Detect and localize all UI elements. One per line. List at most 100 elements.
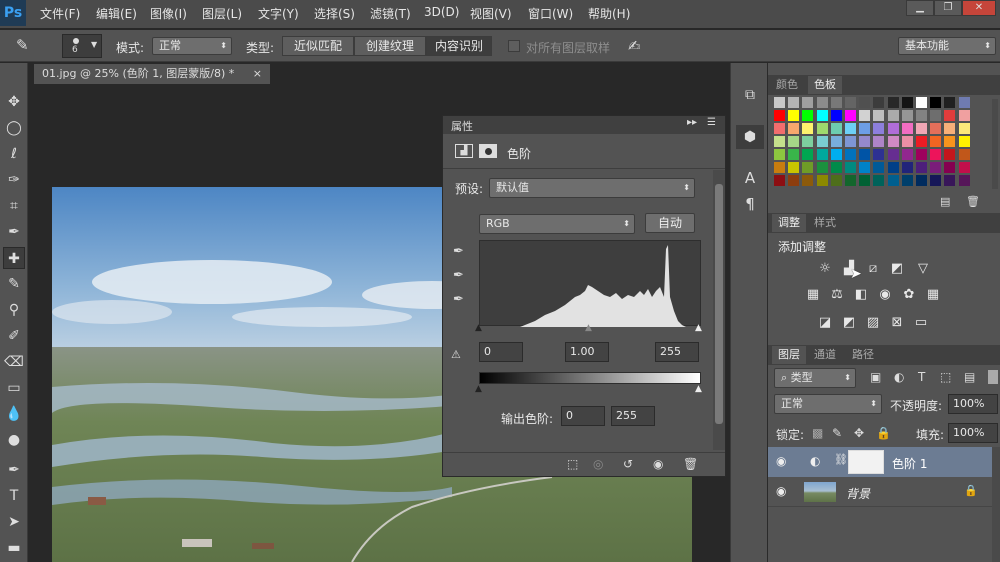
swatch[interactable]	[887, 97, 899, 108]
menu-type[interactable]: 文字(Y)	[258, 5, 299, 22]
swatch[interactable]	[887, 136, 899, 147]
eraser-tool-icon[interactable]: ⌫	[3, 351, 25, 373]
tab-styles[interactable]: 样式	[814, 214, 836, 232]
type-tool-icon[interactable]: T	[3, 485, 25, 507]
bw-icon[interactable]: ◧	[852, 287, 870, 303]
vibrance-icon[interactable]: ▽	[914, 261, 932, 277]
swatch[interactable]	[930, 175, 942, 186]
fill-field[interactable]: 100%	[948, 423, 998, 443]
swatch[interactable]	[830, 97, 842, 108]
type-create-texture[interactable]: 创建纹理	[354, 36, 426, 56]
tab-swatches[interactable]: 色板	[808, 76, 842, 94]
mode-select[interactable]: 正常 ⬍	[152, 37, 232, 55]
pressure-size-icon[interactable]: ✍	[628, 37, 641, 55]
menu-layer[interactable]: 图层(L)	[202, 5, 242, 22]
move-tool-icon[interactable]: ✥	[3, 91, 25, 113]
channelmixer-icon[interactable]: ✿	[900, 287, 918, 303]
swatch[interactable]	[944, 136, 956, 147]
threshold-icon[interactable]: ▨	[864, 315, 882, 331]
workspace-select[interactable]: 基本功能 ⬍	[898, 37, 996, 55]
pen-tool-icon[interactable]: ✒	[3, 459, 25, 481]
swatch[interactable]	[830, 149, 842, 160]
tab-layers[interactable]: 图层	[772, 346, 806, 364]
swatch[interactable]	[816, 149, 828, 160]
swatch[interactable]	[816, 123, 828, 134]
swatch[interactable]	[802, 123, 814, 134]
swatch[interactable]	[873, 110, 885, 121]
swatch[interactable]	[859, 149, 871, 160]
swatch[interactable]	[845, 175, 856, 186]
input-levels-slider[interactable]: ▲ ▲ ▲	[475, 323, 705, 333]
layer-mask-thumbnail[interactable]	[848, 450, 884, 474]
swatch[interactable]	[901, 123, 913, 134]
mask-icon[interactable]	[479, 144, 497, 158]
swatch[interactable]	[887, 110, 899, 121]
swatch[interactable]	[901, 175, 913, 186]
swatch[interactable]	[802, 162, 814, 173]
close-button[interactable]: ✕	[962, 0, 996, 16]
layer-filter-select[interactable]: ⌕ 类型 ⬍	[774, 368, 856, 388]
menu-file[interactable]: 文件(F)	[40, 5, 80, 22]
swatch[interactable]	[816, 162, 828, 173]
swatch[interactable]	[830, 136, 842, 147]
swatch[interactable]	[802, 149, 814, 160]
history-brush-tool-icon[interactable]: ✐	[3, 325, 25, 347]
swatch[interactable]	[859, 162, 871, 173]
swatch[interactable]	[845, 97, 856, 108]
exposure-icon[interactable]: ◩	[888, 261, 906, 277]
eyedropper-tool-icon[interactable]: ✒	[3, 221, 25, 243]
filter-type-icon[interactable]: T	[918, 370, 925, 384]
swatch[interactable]	[774, 136, 785, 147]
close-icon[interactable]: ×	[253, 64, 262, 84]
character-icon[interactable]: A	[739, 169, 761, 191]
swatch[interactable]	[845, 136, 856, 147]
delete-swatch-icon[interactable]: 🗑	[966, 195, 980, 208]
swatch[interactable]	[859, 97, 871, 108]
swatch[interactable]	[958, 110, 970, 121]
brush-tool-icon[interactable]: ✎	[3, 273, 25, 295]
swatch[interactable]	[901, 149, 913, 160]
swatch[interactable]	[830, 162, 842, 173]
visibility-eye-icon[interactable]: ◉	[776, 454, 786, 468]
swatch[interactable]	[859, 136, 871, 147]
swatch[interactable]	[916, 110, 927, 121]
swatch[interactable]	[930, 123, 942, 134]
selectivecolor-icon[interactable]: ⊠	[888, 315, 906, 331]
lock-image-icon[interactable]: ✎	[832, 426, 842, 440]
swatch[interactable]	[916, 123, 927, 134]
swatch[interactable]	[845, 110, 856, 121]
layers-scrollbar[interactable]	[992, 447, 1000, 562]
swatch[interactable]	[944, 149, 956, 160]
swatch[interactable]	[802, 97, 814, 108]
swatch[interactable]	[859, 110, 871, 121]
history-icon[interactable]: ⧉	[739, 87, 761, 109]
swatch[interactable]	[774, 149, 785, 160]
gradientmap-icon[interactable]: ▭	[912, 315, 930, 331]
swatch[interactable]	[916, 175, 927, 186]
blend-mode-select[interactable]: 正常 ⬍	[774, 394, 882, 414]
quick-select-tool-icon[interactable]: ✑	[3, 169, 25, 191]
swatch[interactable]	[774, 123, 785, 134]
menu-3d[interactable]: 3D(D)	[424, 5, 459, 19]
filter-adjustment-icon[interactable]: ◐	[894, 370, 904, 384]
colorbalance-icon[interactable]: ⚖	[828, 287, 846, 303]
gradient-tool-icon[interactable]: ▭	[3, 377, 25, 399]
spot-healing-tool-icon[interactable]: ✎	[16, 36, 38, 56]
channel-select[interactable]: RGB ⬍	[479, 214, 635, 234]
swatch[interactable]	[873, 175, 885, 186]
filter-shape-icon[interactable]: ⬚	[940, 370, 951, 384]
swatches-scrollbar[interactable]	[992, 99, 998, 189]
swatch[interactable]	[816, 97, 828, 108]
swatch[interactable]	[859, 123, 871, 134]
collapse-icon[interactable]: ▸▸	[687, 117, 697, 128]
swatch[interactable]	[816, 136, 828, 147]
mask-link-icon[interactable]: ⛓	[834, 453, 848, 466]
clipping-warning-icon[interactable]: ⚠	[451, 348, 461, 361]
swatch[interactable]	[930, 162, 942, 173]
clone-stamp-tool-icon[interactable]: ⚲	[3, 299, 25, 321]
gamma-handle[interactable]: ▲	[585, 323, 592, 333]
swatch[interactable]	[944, 110, 956, 121]
brightness-icon[interactable]: ☼	[816, 261, 834, 277]
swatch[interactable]	[788, 110, 800, 121]
swatch[interactable]	[873, 97, 885, 108]
